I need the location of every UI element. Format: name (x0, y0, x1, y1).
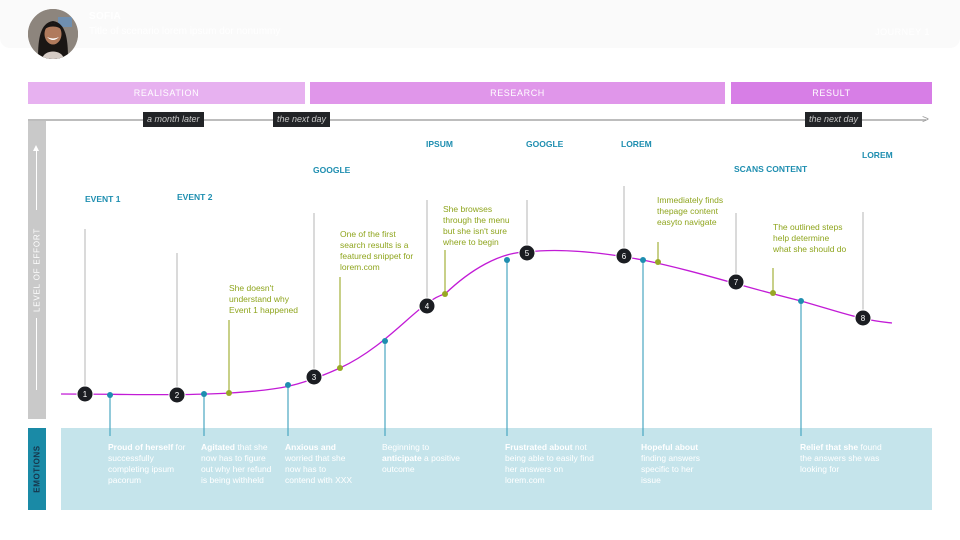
emotion-6-bold: Hopeful about (641, 442, 699, 452)
event-title-1: EVENT 1 (85, 194, 121, 204)
emotion-4-bold: anticipate (382, 453, 422, 463)
thought-2: One of the first search results is a fea… (340, 229, 414, 272)
event-title-5: GOOGLE (526, 139, 564, 149)
thought-1: She doesn't understand why Event 1 happe… (229, 283, 299, 315)
event-title-2: EVENT 2 (177, 192, 213, 202)
emotion-5-bold: Frustrated about (505, 442, 573, 452)
step-number: 6 (622, 252, 627, 261)
thought-3: She browses through the menu but she isn… (443, 204, 510, 247)
thought-dot-4 (655, 259, 661, 265)
step-number: 2 (175, 391, 180, 400)
thought-dot-1 (226, 390, 232, 396)
step-marker-4: 4 (418, 297, 436, 315)
emotion-5: Frustrated about not being able to easil… (505, 442, 601, 486)
event-title-7: SCANS CONTENT (734, 164, 808, 174)
step-marker-6: 6 (615, 247, 633, 265)
emotion-3-text: worried that she now has to contend with… (285, 453, 353, 485)
event-title-8: LOREM (862, 150, 893, 160)
step-number: 4 (425, 302, 430, 311)
event-title-4: IPSUM (426, 139, 453, 149)
emotion-6: Hopeful about finding answers specific t… (641, 442, 709, 486)
emotion-3-bold: Anxious and (285, 442, 337, 452)
step-marker-1: 1 (76, 385, 94, 403)
emotion-dot-4 (382, 338, 388, 344)
emotion-7-bold: Relief that she (800, 442, 859, 452)
step-number: 5 (525, 249, 530, 258)
emotion-2: Agitated that she now has to figure out … (201, 442, 275, 486)
step-marker-3: 3 (305, 368, 323, 386)
thought-dot-3 (442, 291, 448, 297)
event-title-6: LOREM (621, 139, 652, 149)
emotion-dot-3 (285, 382, 291, 388)
step-number: 7 (734, 278, 739, 287)
step-number: 3 (312, 373, 317, 382)
step-number: 8 (861, 314, 866, 323)
event-title-3: GOOGLE (313, 165, 351, 175)
effort-curve (60, 249, 893, 396)
emotion-dot-7 (798, 298, 804, 304)
thought-4: Immediately finds thepage content easyto… (657, 195, 724, 227)
step-marker-5: 5 (518, 244, 536, 262)
emotion-4-pre: Beginning to (382, 442, 430, 452)
thought-5: The outlined steps help determine what s… (773, 222, 847, 254)
emotion-1: Proud of herself for successfully comple… (108, 442, 188, 486)
emotion-2-bold: Agitated (201, 442, 235, 452)
step-marker-2: 2 (168, 386, 186, 404)
emotion-3: Anxious and worried that she now has to … (285, 442, 355, 486)
emotion-1-bold: Proud of herself (108, 442, 174, 452)
emotion-6-text: finding answers specific to her issue (641, 453, 701, 485)
emotion-dot-2 (201, 391, 207, 397)
step-marker-8: 8 (854, 309, 872, 327)
emotion-4: Beginning to anticipate a positive outco… (382, 442, 462, 475)
step-number: 1 (83, 390, 88, 399)
step-marker-7: 7 (727, 273, 745, 291)
emotion-dot-1 (107, 392, 113, 398)
emotion-dot-6 (640, 257, 646, 263)
thought-dot-2 (337, 365, 343, 371)
thought-dot-5 (770, 290, 776, 296)
emotion-dot-5 (504, 257, 510, 263)
emotion-7: Relief that she found the answers she wa… (800, 442, 882, 475)
